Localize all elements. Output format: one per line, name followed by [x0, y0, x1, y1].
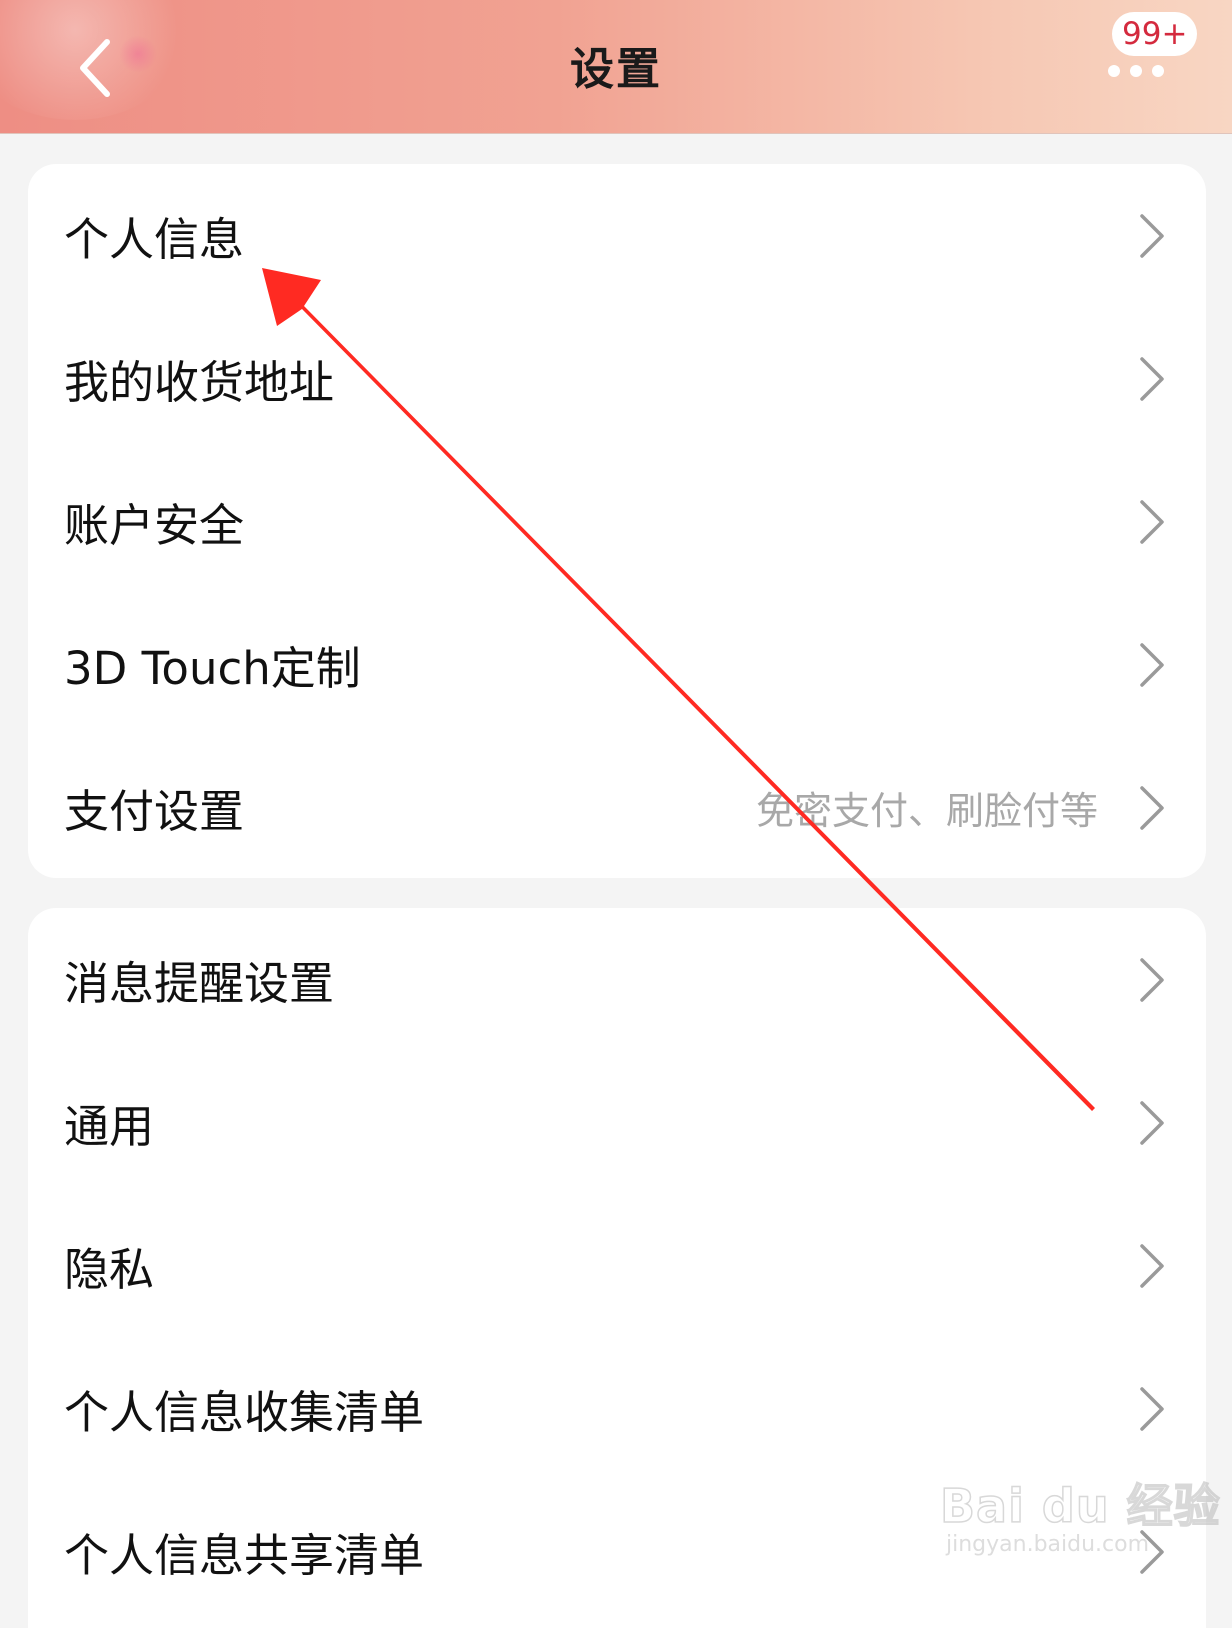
settings-item-privacy[interactable]: 隐私 [28, 1194, 1206, 1337]
more-button[interactable]: 99+ [1092, 8, 1198, 88]
chevron-right-icon [1140, 642, 1164, 687]
settings-item-label: 支付设置 [64, 785, 245, 838]
navigation-header: 设置 99+ [0, 0, 1232, 134]
settings-group-general: 消息提醒设置 通用 隐私 个人信息收集清单 个人信息共享清单 [28, 908, 1206, 1628]
notification-badge: 99+ [1112, 12, 1198, 56]
settings-item-info-collection-list[interactable]: 个人信息收集清单 [28, 1337, 1206, 1480]
settings-item-label: 通用 [64, 1100, 155, 1153]
settings-item-label: 账户安全 [64, 499, 245, 552]
settings-item-3d-touch[interactable]: 3D Touch定制 [28, 593, 1206, 736]
settings-item-label: 个人信息共享清单 [64, 1529, 425, 1582]
settings-item-notifications[interactable]: 消息提醒设置 [28, 908, 1206, 1051]
settings-item-label: 隐私 [64, 1243, 155, 1296]
chevron-right-icon [1140, 356, 1164, 401]
chevron-right-icon [1140, 1529, 1164, 1574]
chevron-right-icon [1140, 1243, 1164, 1288]
chevron-right-icon [1140, 785, 1164, 830]
settings-item-personal-info[interactable]: 个人信息 [28, 164, 1206, 307]
settings-group-account: 个人信息 我的收货地址 账户安全 3D Touch定制 支付设置 免密支付、刷脸… [28, 164, 1206, 878]
settings-item-general[interactable]: 通用 [28, 1051, 1206, 1194]
settings-item-label: 消息提醒设置 [64, 957, 335, 1010]
settings-item-label: 个人信息 [64, 213, 245, 266]
chevron-right-icon [1140, 1386, 1164, 1431]
chevron-right-icon [1140, 957, 1164, 1002]
chevron-right-icon [1140, 1100, 1164, 1145]
settings-item-subtitle: 免密支付、刷脸付等 [755, 789, 1098, 833]
settings-item-account-security[interactable]: 账户安全 [28, 450, 1206, 593]
settings-item-label: 3D Touch定制 [64, 642, 361, 695]
settings-item-info-sharing-list[interactable]: 个人信息共享清单 [28, 1480, 1206, 1623]
settings-item-label: 我的收货地址 [64, 356, 335, 409]
page-title: 设置 [570, 44, 662, 95]
more-dots-icon [1108, 65, 1164, 77]
chevron-right-icon [1140, 499, 1164, 544]
chevron-right-icon [1140, 213, 1164, 258]
settings-item-label: 个人信息收集清单 [64, 1386, 425, 1439]
settings-item-shipping-address[interactable]: 我的收货地址 [28, 307, 1206, 450]
settings-item-payment[interactable]: 支付设置 免密支付、刷脸付等 [28, 736, 1206, 878]
